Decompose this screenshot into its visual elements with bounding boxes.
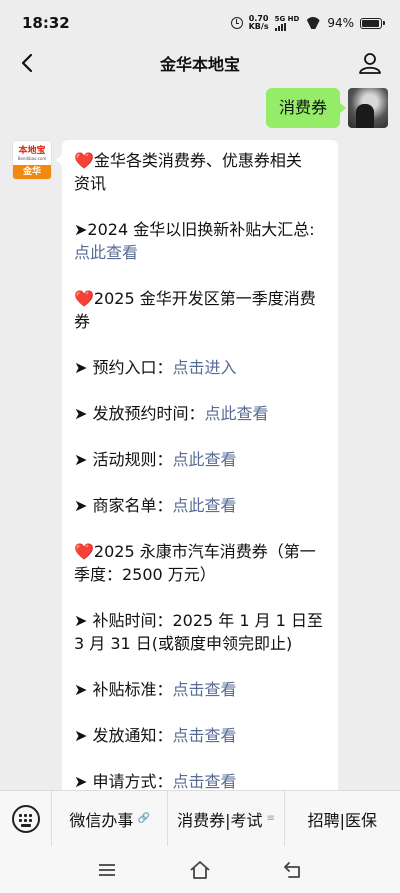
item-label: ➤ 商家名单： [74,496,173,515]
bot-message: 本地宝 Bendibao.com 金华 ❤️金华各类消费券、优惠券相关 资讯 ➤… [12,140,338,790]
text-line: 季度：2500 万元） [74,565,216,584]
cellular-signal-icon: 5G HD [274,14,300,31]
status-time: 18:32 [22,14,70,32]
logo-city-band: 金华 [13,165,51,179]
menu-label: 消费券|考试 [177,810,263,830]
issuance-notice-link[interactable]: 点击查看 [173,726,237,745]
text-line: ❤️金华各类消费券、优惠券相关 [74,151,302,170]
text-line: ❤️2025 永康市汽车消费券（第一 [74,542,316,561]
merchant-list-link[interactable]: 点此查看 [173,496,237,515]
my-message-bubble[interactable]: 消费券 [265,88,347,128]
item-label: ➤ 预约入口： [74,358,173,377]
item-label: ➤ 活动规则： [74,450,173,469]
network-label: 5G HD [274,14,300,23]
text-line: 3 月 31 日(或额度申领完即止) [74,634,293,653]
network-speed-unit: KB/s [248,22,269,31]
bot-avatar[interactable]: 本地宝 Bendibao.com 金华 [12,140,52,180]
text-line: 资讯 [74,174,107,193]
system-nav-bar [0,846,400,893]
text-line: ❤️2025 金华开发区第一季度消费 [74,289,316,308]
status-icons: 0.70 KB/s 5G HD 94% [230,14,385,31]
menu-wechat-services[interactable]: 微信办事 🔗 [52,790,169,847]
item-label: ➤ 补贴标准： [74,680,173,699]
menu-jobs-insurance[interactable]: 招聘|医保 [285,791,400,847]
chat-area[interactable]: 消费券 本地宝 Bendibao.com 金华 ❤️金华各类消费券、优惠券相关 … [0,80,400,790]
text-line: 券 [74,312,91,331]
item-label: ➤ 发放通知： [74,726,173,745]
keyboard-icon [11,804,40,833]
bottom-menu: 微信办事 🔗 消费券|考试 ≡ 招聘|医保 [0,790,400,847]
subsidy-standard-link[interactable]: 点击查看 [173,680,237,699]
menu-label: 招聘|医保 [307,810,378,830]
battery-icon [360,17,385,29]
activity-rules-link[interactable]: 点此查看 [173,450,237,469]
wifi-icon [305,17,321,29]
bendibao-logo: 本地宝 Bendibao.com [17,145,47,161]
reservation-entry-link[interactable]: 点击进入 [173,358,237,377]
menu-coupons-exams[interactable]: 消费券|考试 ≡ [168,790,285,847]
menu-icon[interactable] [96,859,118,881]
reservation-time-link[interactable]: 点此查看 [205,404,269,423]
keyboard-button[interactable] [0,790,52,847]
my-avatar[interactable] [348,88,388,128]
text-line: ➤ 补贴时间：2025 年 1 月 1 日至 [74,611,324,630]
page-title: 金华本地宝 [159,55,240,74]
chevron-left-icon[interactable] [14,49,42,77]
application-method-link[interactable]: 点击查看 [173,772,237,790]
my-message: 消费券 [265,88,388,128]
title-bar: 金华本地宝 [0,46,400,80]
alarm-icon [230,17,243,29]
item-label: ➤ 发放预约时间： [74,404,205,423]
home-icon[interactable] [189,859,211,881]
trade-in-subsidy-link[interactable]: 点此查看 [74,243,138,262]
bot-message-bubble: ❤️金华各类消费券、优惠券相关 资讯 ➤2024 金华以旧换新补贴大汇总: 点此… [56,140,338,790]
menu-icon: ≡ [266,813,275,824]
item-label: ➤ 申请方式： [74,772,173,790]
network-speed: 0.70 KB/s [249,15,269,31]
menu-label: 微信办事 [69,810,134,830]
status-bar: 18:32 0.70 KB/s 5G HD 94% [0,0,400,46]
battery-percent: 94% [327,16,354,30]
text-line: ➤2024 金华以旧换新补贴大汇总: [74,220,315,239]
user-icon[interactable] [356,49,384,77]
link-icon: 🔗 [137,813,150,824]
back-icon[interactable] [282,859,304,881]
